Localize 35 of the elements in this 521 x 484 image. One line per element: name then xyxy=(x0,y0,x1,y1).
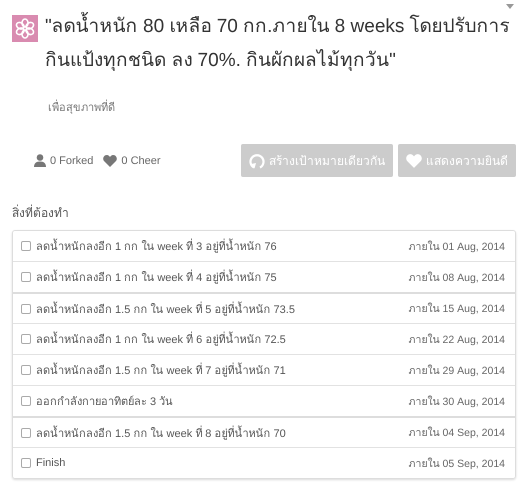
due-date: ภายใน 04 Sep, 2014 xyxy=(408,426,505,441)
due-date: ภายใน 01 Aug, 2014 xyxy=(408,240,505,254)
checkbox[interactable] xyxy=(21,334,31,344)
goal-title: "ลดน้ำหนัก 80 เหลือ 70 กก.ภายใน 8 weeks โดยปรับการกินแป้งทุกชนิด ลง 70%. กินผักผลไม้ทุกวัน" xyxy=(45,10,516,78)
flower-icon xyxy=(12,15,38,42)
task-text: ลดน้ำหนักลงอีก 1 กก ใน week ที่ 3 อยู่ที่น้ำหนัก 76 xyxy=(36,237,409,255)
heart-icon xyxy=(103,154,118,166)
checkbox[interactable] xyxy=(21,304,31,314)
task-text: ลดน้ำหนักลงอีก 1.5 กก ใน week ที่ 5 อยู่ที่น้ำหนัก 73.5 xyxy=(36,300,296,318)
refresh-icon xyxy=(249,152,265,168)
forked-count: 0 Forked xyxy=(50,154,94,166)
checkbox[interactable] xyxy=(21,396,31,406)
due-date: ภายใน 22 Aug, 2014 xyxy=(408,332,505,348)
task-text: ออกกำลังกายอาทิตย์ละ 3 วัน xyxy=(36,394,174,410)
section-heading: สิ่งที่ต้องทำ xyxy=(12,204,70,222)
checkbox[interactable] xyxy=(21,241,31,251)
checkbox[interactable] xyxy=(21,458,31,468)
checkbox[interactable] xyxy=(21,428,31,438)
due-date: ภายใน 30 Aug, 2014 xyxy=(408,394,505,410)
cheer-count: 0 Cheer xyxy=(121,154,161,166)
due-date: ภายใน 29 Aug, 2014 xyxy=(408,364,505,378)
caret-icon[interactable] xyxy=(506,4,514,9)
checkbox[interactable] xyxy=(21,272,31,282)
checkbox[interactable] xyxy=(21,365,31,375)
heart-icon xyxy=(406,154,422,168)
task-text: ลดน้ำหนักลงอีก 1.5 กก ใน week ที่ 8 อยู่ที่น้ำหนัก 70 xyxy=(36,424,287,442)
due-date: ภายใน 05 Sep, 2014 xyxy=(408,456,505,472)
due-date: ภายใน 15 Aug, 2014 xyxy=(408,302,505,317)
task-text: ลดน้ำหนักลงอีก 1 กก ใน week ที่ 6 อยู่ที่น้ำหนัก 72.5 xyxy=(36,330,409,348)
task-text: ลดน้ำหนักลงอีก 1 กก ใน week ที่ 4 อยู่ที่น้ำหนัก 75 xyxy=(36,268,409,286)
task-text: Finish xyxy=(36,457,66,469)
due-date: ภายใน 08 Aug, 2014 xyxy=(408,270,505,286)
task-text: ลดน้ำหนักลงอีก 1.5 กก ใน week ที่ 7 อยู่ที่น้ำหนัก 71 xyxy=(36,361,409,379)
goal-subtitle: เพื่อสุขภาพที่ดี xyxy=(48,98,116,116)
person-icon xyxy=(34,154,46,167)
